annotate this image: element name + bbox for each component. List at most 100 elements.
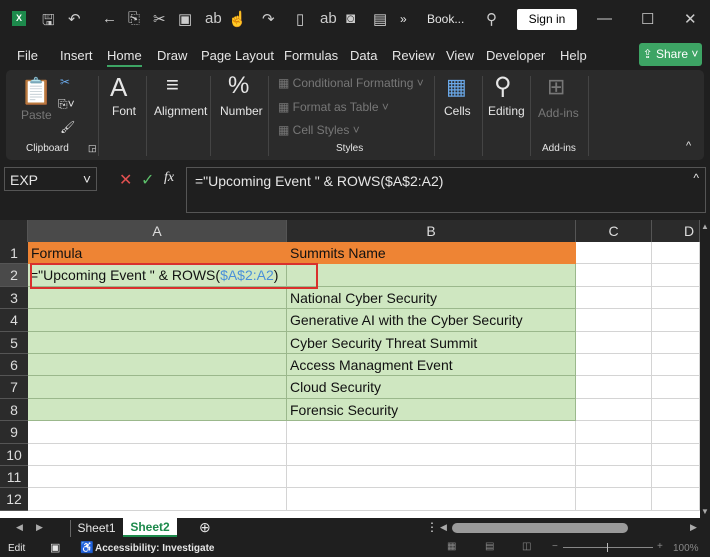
paste-button[interactable]: Paste — [21, 108, 52, 122]
tab-draw[interactable]: Draw — [157, 48, 187, 63]
dialog-launcher-icon[interactable]: ◲ — [88, 143, 97, 154]
cell-A5[interactable] — [28, 331, 287, 354]
row-header-9[interactable]: 9 — [0, 421, 28, 444]
tab-review[interactable]: Review — [392, 48, 435, 63]
camera-icon[interactable]: ◙ — [346, 10, 355, 27]
row-header-6[interactable]: 6 — [0, 354, 28, 377]
cell-A10[interactable] — [28, 443, 287, 466]
tab-data[interactable]: Data — [350, 48, 377, 63]
cell-D3[interactable] — [652, 286, 700, 310]
number-button[interactable]: Number — [220, 104, 263, 118]
cell-B6[interactable]: Access Managment Event — [287, 354, 576, 377]
row-header-3[interactable]: 3 — [0, 286, 28, 310]
picture-icon[interactable]: ▣ — [178, 10, 192, 28]
cell-C7[interactable] — [576, 376, 652, 399]
cell-B2[interactable] — [287, 264, 576, 287]
cell-D6[interactable] — [652, 354, 700, 377]
conditional-formatting-button[interactable]: ▦ Conditional Formatting ˅ — [278, 76, 424, 90]
cell-B5[interactable]: Cyber Security Threat Summit — [287, 331, 576, 354]
cell-C11[interactable] — [576, 466, 652, 489]
cell-B4[interactable]: Generative AI with the Cyber Security — [287, 309, 576, 332]
scroll-left-icon[interactable]: ◀ — [16, 522, 23, 533]
row-header-10[interactable]: 10 — [0, 443, 28, 466]
touch-mode-icon[interactable]: ☝ — [228, 10, 247, 28]
paste-icon[interactable]: 📋 — [20, 76, 52, 107]
cell-B11[interactable] — [287, 466, 576, 489]
cell-D7[interactable] — [652, 376, 700, 399]
accessibility-icon[interactable]: ♿ — [80, 541, 94, 554]
formula-input[interactable]: ="Upcoming Event " & ROWS($A$2:A2) ^ — [186, 167, 706, 213]
page-layout-view-icon[interactable]: ▤ — [485, 541, 494, 552]
cancel-icon[interactable]: ✕ — [119, 170, 132, 190]
zoom-in-icon[interactable]: + — [657, 541, 663, 552]
cell-D11[interactable] — [652, 466, 700, 489]
cell-D5[interactable] — [652, 331, 700, 354]
row-header-4[interactable]: 4 — [0, 309, 28, 332]
cell-B3[interactable]: National Cyber Security — [287, 286, 576, 310]
cell-A9[interactable] — [28, 421, 287, 444]
column-header-d[interactable]: D — [652, 220, 700, 242]
cells-button[interactable]: Cells — [444, 104, 471, 118]
minimize-icon[interactable]: — — [597, 10, 612, 27]
cell-C9[interactable] — [576, 421, 652, 444]
zoom-slider[interactable] — [563, 543, 653, 552]
copy-icon[interactable]: ⎘˅ — [58, 97, 75, 112]
row-header-2[interactable]: 2 — [0, 264, 28, 287]
cell-A6[interactable] — [28, 354, 287, 377]
close-icon[interactable]: ✕ — [684, 10, 697, 28]
cell-C6[interactable] — [576, 354, 652, 377]
font-button[interactable]: Font — [112, 104, 136, 118]
tab-home[interactable]: Home — [107, 48, 142, 67]
cell-styles-button[interactable]: ▦ Cell Styles ˅ — [278, 123, 360, 137]
new-file-icon[interactable]: ▯ — [296, 10, 304, 28]
horizontal-scrollbar-thumb[interactable] — [452, 523, 628, 533]
row-header-8[interactable]: 8 — [0, 398, 28, 422]
cell-B9[interactable] — [287, 421, 576, 444]
tab-page-layout[interactable]: Page Layout — [201, 48, 274, 63]
tab-view[interactable]: View — [446, 48, 474, 63]
addins-button[interactable]: Add-ins — [538, 106, 579, 120]
cell-C2[interactable] — [576, 264, 652, 287]
tab-insert[interactable]: Insert — [60, 48, 93, 63]
cell-A11[interactable] — [28, 466, 287, 489]
preview-icon[interactable]: ▤ — [373, 10, 387, 28]
vertical-scrollbar[interactable]: ▲ ▼ — [700, 220, 710, 518]
spelling-icon[interactable]: ab — [205, 10, 222, 27]
more-commands[interactable]: » — [400, 12, 407, 26]
cell-B7[interactable]: Cloud Security — [287, 376, 576, 399]
row-header-7[interactable]: 7 — [0, 376, 28, 399]
format-painter-icon[interactable]: 🖌 — [60, 120, 75, 134]
percent-icon[interactable]: % — [228, 72, 249, 100]
row-header-5[interactable]: 5 — [0, 331, 28, 354]
cell-A2[interactable]: ="Upcoming Event " & ROWS($A$2:A2) — [28, 264, 287, 287]
cell-D12[interactable] — [652, 488, 700, 511]
add-sheet-icon[interactable]: ⊕ — [199, 519, 211, 536]
select-all[interactable] — [0, 220, 28, 242]
copy-icon[interactable]: ⎘ — [128, 10, 140, 27]
align-icon[interactable]: ≡ — [166, 72, 179, 98]
back-icon[interactable]: ← — [102, 10, 117, 27]
insert-function-button[interactable]: fx — [164, 170, 174, 186]
cell-B1[interactable]: Summits Name — [287, 242, 576, 265]
scroll-right-icon[interactable]: ▶ — [36, 522, 43, 533]
undo-icon[interactable]: ↶ — [68, 10, 81, 28]
cell-A1[interactable]: Formula — [28, 242, 287, 265]
addins-icon[interactable]: ⊞ — [547, 74, 565, 100]
cell-C3[interactable] — [576, 286, 652, 310]
collapse-ribbon-icon[interactable]: ^ — [686, 140, 691, 152]
cell-C4[interactable] — [576, 309, 652, 332]
cell-C8[interactable] — [576, 398, 652, 422]
more-options-icon[interactable]: ⋮ — [426, 520, 438, 534]
tab-help[interactable]: Help — [560, 48, 587, 63]
sign-in-button[interactable]: Sign in — [517, 9, 577, 30]
cell-A4[interactable] — [28, 309, 287, 332]
cell-C1[interactable] — [576, 242, 652, 265]
share-button[interactable]: ⇪ Share ˅ — [639, 43, 702, 66]
cell-B8[interactable]: Forensic Security — [287, 398, 576, 422]
cell-D4[interactable] — [652, 309, 700, 332]
cell-A12[interactable] — [28, 488, 287, 511]
name-box[interactable]: EXP ˅ — [4, 167, 97, 191]
cell-B10[interactable] — [287, 443, 576, 466]
cell-D1[interactable] — [652, 242, 700, 265]
cells-icon[interactable]: ▦ — [446, 74, 467, 100]
